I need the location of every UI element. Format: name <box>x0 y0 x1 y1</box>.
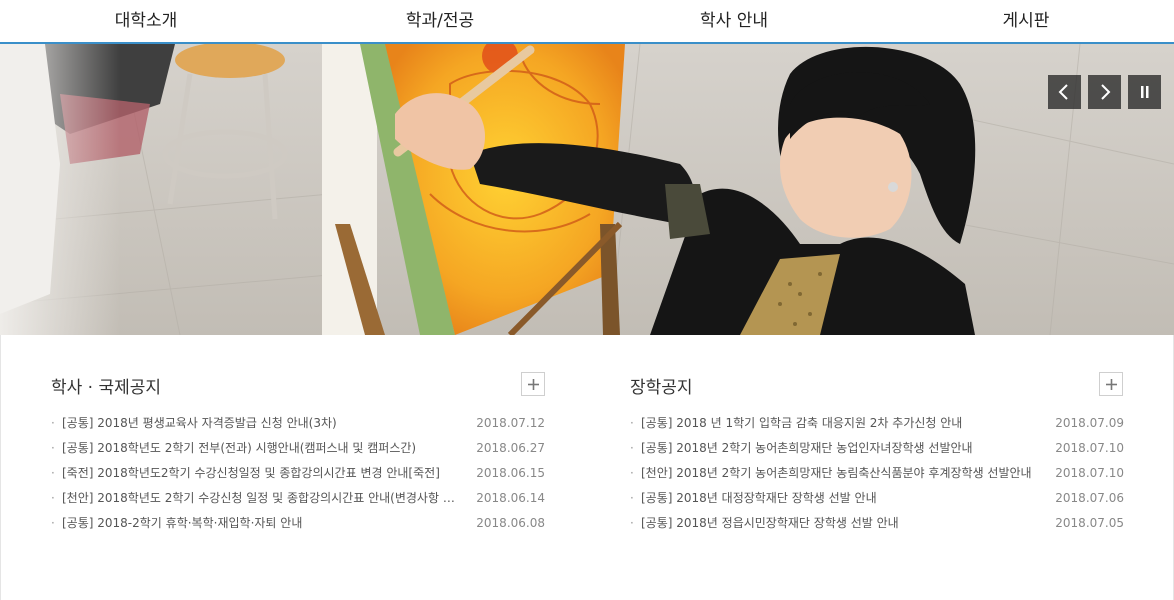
notice-date: 2018.07.05 <box>1055 516 1124 530</box>
hero-image <box>0 44 1174 335</box>
list-item[interactable]: · [천안] 2018년 2학기 농어촌희망재단 농림축산식품분야 후계장학생 선… <box>630 463 1124 488</box>
notice-title[interactable]: [천안] 2018학년도 2학기 수강신청 일정 및 종합강의시간표 안내(변경… <box>62 488 457 508</box>
list-item[interactable]: · [천안] 2018학년도 2학기 수강신청 일정 및 종합강의시간표 안내(변… <box>51 488 545 513</box>
list-item[interactable]: · [죽전] 2018학년도2학기 수강신청일정 및 종합강의시간표 변경 안내[… <box>51 463 545 488</box>
notice-section: 학사 · 국제공지 · [공통] 2018년 평생교육사 자격증발급 신청 안내(… <box>0 335 1174 600</box>
notice-date: 2018.07.12 <box>476 416 545 430</box>
chevron-left-icon <box>1058 84 1068 100</box>
nav-item-academic-info[interactable]: 학사 안내 <box>634 0 834 42</box>
list-item[interactable]: · [공통] 2018년 정읍시민장학재단 장학생 선발 안내 2018.07.05 <box>630 513 1124 538</box>
notice-title[interactable]: [공통] 2018년 평생교육사 자격증발급 신청 안내(3차) <box>62 413 457 433</box>
list-item[interactable]: · [공통] 2018-2학기 휴학·복학·재입학·자퇴 안내 2018.06.08 <box>51 513 545 538</box>
notice-title[interactable]: [공통] 2018-2학기 휴학·복학·재입학·자퇴 안내 <box>62 513 457 533</box>
nav-item-departments[interactable]: 학과/전공 <box>340 0 540 42</box>
top-nav: 대학소개 학과/전공 학사 안내 게시판 <box>0 0 1174 44</box>
notice-title[interactable]: [천안] 2018년 2학기 농어촌희망재단 농림축산식품분야 후계장학생 선발… <box>641 463 1036 483</box>
list-item[interactable]: · [공통] 2018년 대정장학재단 장학생 선발 안내 2018.07.06 <box>630 488 1124 513</box>
notice-date: 2018.06.14 <box>476 491 545 505</box>
list-item[interactable]: · [공통] 2018 년 1학기 입학금 감축 대응지원 2차 추가신청 안내 2… <box>630 413 1124 438</box>
more-button[interactable] <box>521 372 545 396</box>
nav-item-board[interactable]: 게시판 <box>926 0 1126 42</box>
panel-title: 학사 · 국제공지 <box>51 378 162 398</box>
notice-date: 2018.07.10 <box>1055 441 1124 455</box>
notice-date: 2018.07.06 <box>1055 491 1124 505</box>
list-item[interactable]: · [공통] 2018년 2학기 농어촌희망재단 농업인자녀장학생 선발안내 201… <box>630 438 1124 463</box>
notice-list: · [공통] 2018 년 1학기 입학금 감축 대응지원 2차 추가신청 안내 2… <box>630 413 1124 538</box>
slide-next-button[interactable] <box>1088 75 1121 109</box>
panel-title: 장학공지 <box>630 378 693 398</box>
notice-date: 2018.06.15 <box>476 466 545 480</box>
notice-title[interactable]: [공통] 2018년 대정장학재단 장학생 선발 안내 <box>641 488 1036 508</box>
notice-date: 2018.07.10 <box>1055 466 1124 480</box>
plus-icon <box>1106 379 1117 390</box>
notice-title[interactable]: [공통] 2018년 정읍시민장학재단 장학생 선발 안내 <box>641 513 1036 533</box>
chevron-right-icon <box>1101 84 1111 100</box>
slide-pause-button[interactable] <box>1128 75 1161 109</box>
pause-icon <box>1141 86 1149 98</box>
list-item[interactable]: · [공통] 2018학년도 2학기 전부(전과) 시행안내(캠퍼스내 및 캠퍼스… <box>51 438 545 463</box>
notice-title[interactable]: [죽전] 2018학년도2학기 수강신청일정 및 종합강의시간표 변경 안내[죽… <box>62 463 457 483</box>
more-button[interactable] <box>1099 372 1123 396</box>
notice-list: · [공통] 2018년 평생교육사 자격증발급 신청 안내(3차) 2018.07… <box>51 413 545 538</box>
hero-banner <box>0 44 1174 335</box>
notice-date: 2018.06.27 <box>476 441 545 455</box>
notice-title[interactable]: [공통] 2018 년 1학기 입학금 감축 대응지원 2차 추가신청 안내 <box>641 413 1036 433</box>
nav-item-about[interactable]: 대학소개 <box>46 0 246 42</box>
list-item[interactable]: · [공통] 2018년 평생교육사 자격증발급 신청 안내(3차) 2018.07… <box>51 413 545 438</box>
notice-date: 2018.07.09 <box>1055 416 1124 430</box>
notice-title[interactable]: [공통] 2018년 2학기 농어촌희망재단 농업인자녀장학생 선발안내 <box>641 438 1036 458</box>
notice-date: 2018.06.08 <box>476 516 545 530</box>
plus-icon <box>528 379 539 390</box>
slide-prev-button[interactable] <box>1048 75 1081 109</box>
notice-title[interactable]: [공통] 2018학년도 2학기 전부(전과) 시행안내(캠퍼스내 및 캠퍼스간… <box>62 438 457 458</box>
